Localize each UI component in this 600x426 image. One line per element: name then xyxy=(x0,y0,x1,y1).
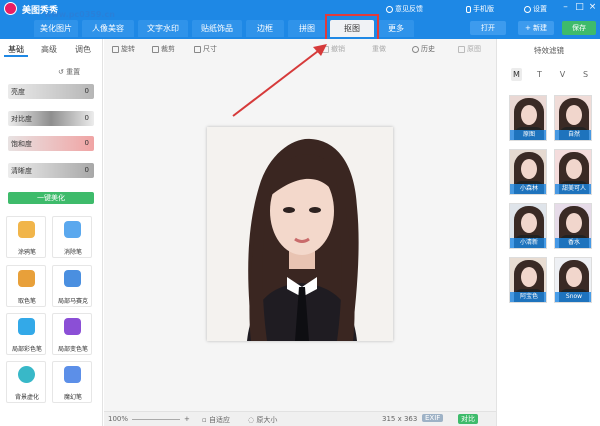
annotation-arrow xyxy=(232,44,327,117)
app-window: 美图秀秀 意见反馈 手机版 设置 – □ × 美化图片 人像美容 文字水印 贴纸… xyxy=(0,0,600,426)
